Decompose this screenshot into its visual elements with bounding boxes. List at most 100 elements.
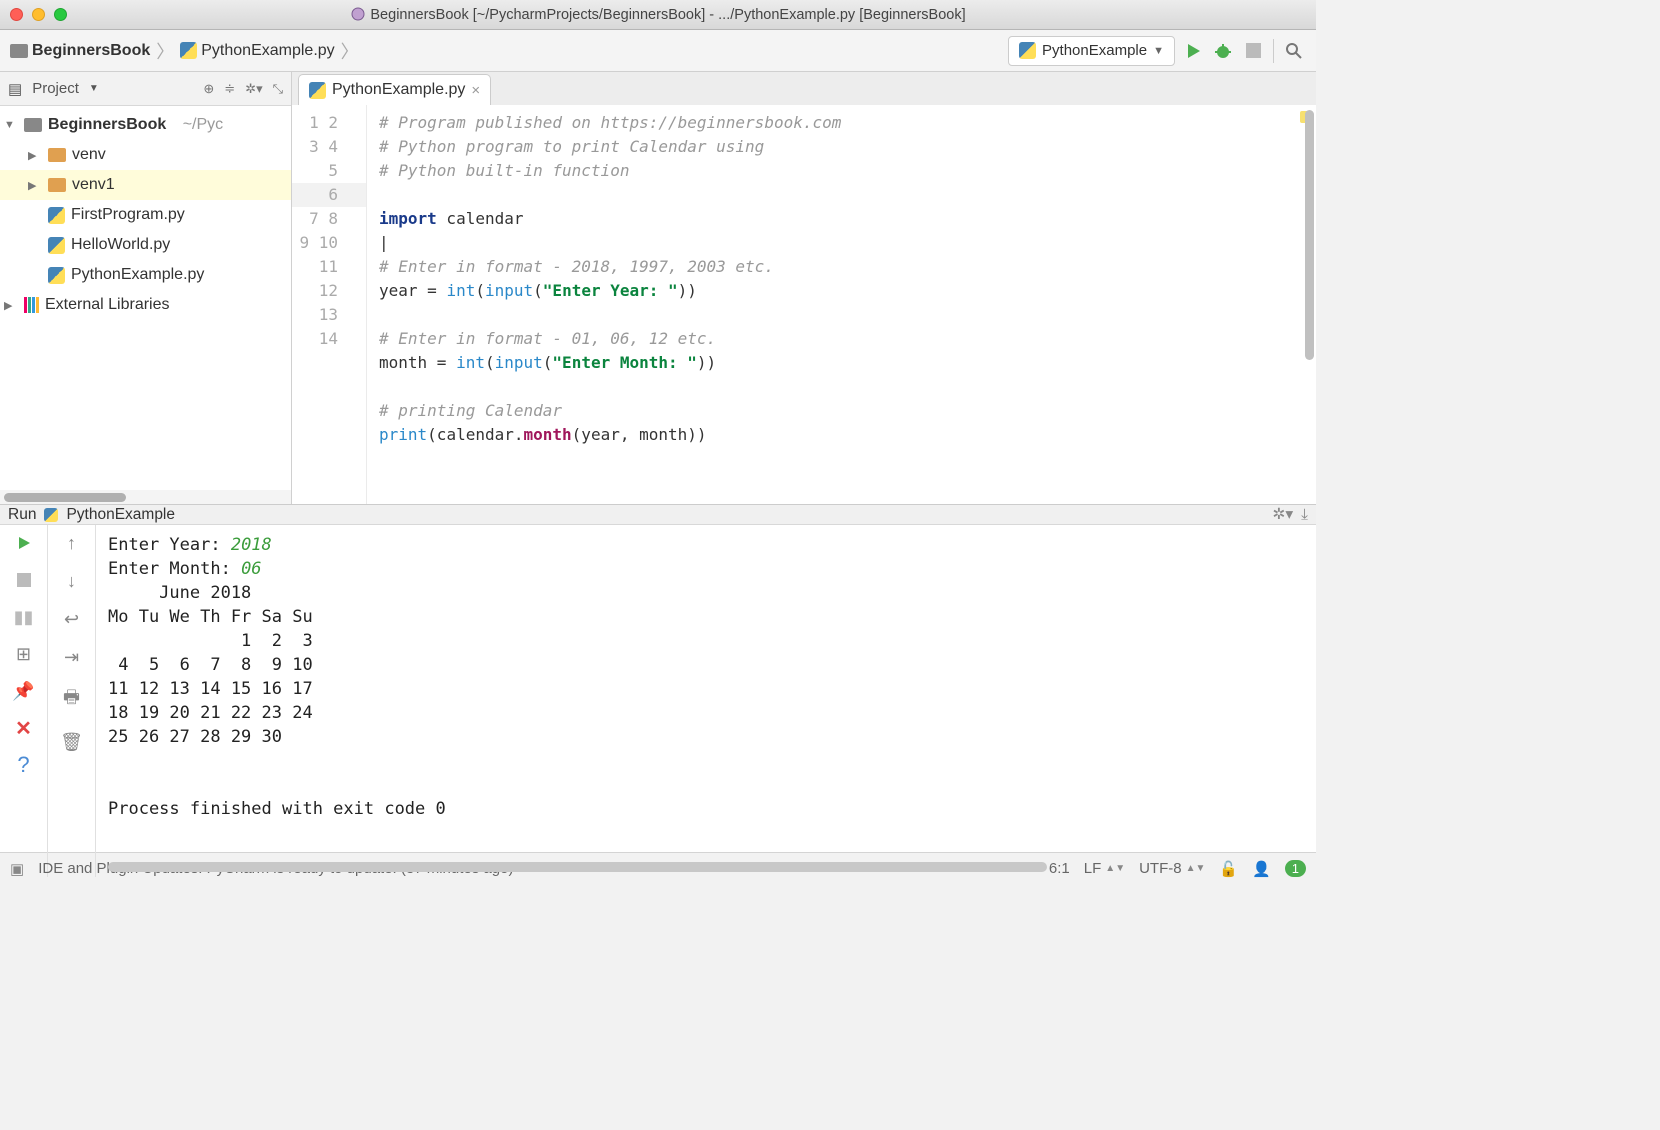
search-everywhere-button[interactable] (1282, 39, 1306, 63)
editor-area: PythonExample.py × 1 2 3 4 5 67 8 9 10 1… (292, 72, 1316, 504)
scroll-end-button[interactable]: ⇥ (64, 647, 79, 668)
divider (1273, 39, 1274, 63)
navigation-bar: BeginnersBook 〉 PythonExample.py 〉 Pytho… (0, 30, 1316, 72)
clear-button[interactable]: 🗑 (60, 732, 83, 753)
scroll-thumb[interactable] (108, 862, 1047, 872)
library-icon (24, 297, 39, 313)
console-output[interactable]: Enter Year: 2018 Enter Month: 06 June 20… (96, 525, 1316, 877)
run-tool-window: Run PythonExample ✲▾ ⤓ ▮▮ ⊞ 📌 ✕ ? ↑ ↓ ↩ … (0, 505, 1316, 852)
tree-folder-venv[interactable]: ▶ venv (0, 140, 291, 170)
python-file-icon (1019, 42, 1036, 59)
scroll-thumb[interactable] (1305, 110, 1314, 360)
breadcrumb-file-label: PythonExample.py (201, 42, 334, 60)
folder-icon (48, 148, 66, 162)
minimize-window-button[interactable] (32, 8, 45, 21)
line-gutter[interactable]: 1 2 3 4 5 67 8 9 10 11 12 13 14 (292, 105, 367, 504)
project-panel-title[interactable]: Project (32, 80, 79, 97)
run-config-label: PythonExample (1042, 42, 1147, 59)
expand-toggle-icon[interactable]: ▶ (28, 179, 42, 192)
close-window-button[interactable] (10, 8, 23, 21)
expand-toggle-icon[interactable]: ▶ (28, 149, 42, 162)
pause-button[interactable]: ▮▮ (13, 607, 35, 627)
window-controls (10, 8, 67, 21)
hide-icon[interactable]: ⤡ (273, 81, 283, 97)
run-panel-label: Run (8, 506, 36, 524)
debug-button[interactable] (1211, 39, 1235, 63)
code-area[interactable]: # Program published on https://beginners… (367, 105, 1316, 504)
close-button[interactable]: ✕ (13, 718, 35, 738)
run-body: ▮▮ ⊞ 📌 ✕ ? ↑ ↓ ↩ ⇥ 🖶 🗑 Enter Year: 2018 … (0, 525, 1316, 877)
layout-button[interactable]: ⊞ (13, 644, 35, 664)
project-panel-hscroll[interactable] (0, 490, 291, 504)
console-exit: Process finished with exit code 0 (108, 799, 446, 819)
run-configuration-selector[interactable]: PythonExample ▼ (1008, 36, 1175, 66)
breadcrumb-project[interactable]: BeginnersBook (10, 42, 150, 60)
tree-item-label: FirstProgram.py (71, 206, 185, 224)
dropdown-icon: ▼ (89, 83, 99, 94)
console-hscroll[interactable] (108, 862, 1312, 875)
python-file-icon (48, 237, 65, 254)
run-button[interactable] (1181, 39, 1205, 63)
window-title: BeginnersBook [~/PycharmProjects/Beginne… (0, 6, 1316, 23)
expand-toggle-icon[interactable]: ▼ (4, 119, 18, 131)
locate-icon[interactable]: ⊕ (203, 81, 214, 97)
editor-tab-pythonexample[interactable]: PythonExample.py × (298, 74, 491, 105)
project-tool-window: ▤ Project ▼ ⊕ ≑ ✲▾ ⤡ ▼ BeginnersBook ~/Py… (0, 72, 292, 504)
stop-button[interactable] (1241, 39, 1265, 63)
tree-folder-venv1[interactable]: ▶ venv1 (0, 170, 291, 200)
folder-icon (48, 178, 66, 192)
collapse-icon[interactable]: ≑ (224, 81, 235, 97)
python-file-icon (44, 508, 58, 522)
tool-windows-icon[interactable]: ▣ (10, 860, 24, 878)
tree-file-pythonexample[interactable]: PythonExample.py (0, 260, 291, 290)
up-button[interactable]: ↑ (67, 533, 76, 554)
editor-tabs: PythonExample.py × (292, 72, 1316, 105)
python-file-icon (48, 267, 65, 284)
scroll-thumb[interactable] (4, 493, 126, 502)
console-calendar: June 2018 Mo Tu We Th Fr Sa Su 1 2 3 4 5… (108, 583, 313, 747)
down-button[interactable]: ↓ (67, 571, 76, 592)
tree-item-label: venv1 (72, 176, 115, 194)
python-file-icon (309, 82, 326, 99)
project-tree[interactable]: ▼ BeginnersBook ~/Pyc ▶ venv ▶ venv1 Fir… (0, 106, 291, 490)
current-line-highlight (355, 225, 1316, 249)
project-root[interactable]: ▼ BeginnersBook ~/Pyc (0, 110, 291, 140)
titlebar: BeginnersBook [~/PycharmProjects/Beginne… (0, 0, 1316, 30)
settings-icon[interactable]: ✲▾ (245, 81, 262, 97)
tree-item-label: External Libraries (45, 296, 170, 314)
python-file-icon (180, 42, 197, 59)
project-view-icon: ▤ (8, 80, 22, 98)
print-button[interactable]: 🖶 (63, 685, 80, 715)
rerun-button[interactable] (13, 533, 35, 553)
editor-vscroll[interactable] (1302, 106, 1316, 504)
help-button[interactable]: ? (13, 755, 35, 775)
folder-icon (10, 44, 28, 58)
breadcrumb-separator: 〉 (156, 38, 174, 64)
expand-toggle-icon[interactable]: ▶ (4, 299, 18, 312)
breadcrumb-project-label: BeginnersBook (32, 42, 150, 60)
dropdown-icon: ▼ (1153, 45, 1164, 57)
console-input: 2018 (231, 535, 272, 555)
editor[interactable]: 1 2 3 4 5 67 8 9 10 11 12 13 14 # Progra… (292, 105, 1316, 504)
workspace: ▤ Project ▼ ⊕ ≑ ✲▾ ⤡ ▼ BeginnersBook ~/Py… (0, 72, 1316, 505)
run-toolbar-primary: ▮▮ ⊞ 📌 ✕ ? (0, 525, 48, 877)
stop-button[interactable] (13, 570, 35, 590)
pin-button[interactable]: 📌 (13, 681, 35, 701)
folder-icon (24, 118, 42, 132)
soft-wrap-button[interactable]: ↩ (64, 609, 79, 630)
tree-file-helloworld[interactable]: HelloWorld.py (0, 230, 291, 260)
breadcrumb-file[interactable]: PythonExample.py (180, 42, 334, 60)
breadcrumb: BeginnersBook 〉 PythonExample.py 〉 (10, 38, 359, 64)
run-settings-icon[interactable]: ✲▾ (1272, 505, 1293, 524)
tree-item-label: venv (72, 146, 106, 164)
project-root-label: BeginnersBook (48, 116, 166, 134)
breadcrumb-separator: 〉 (341, 38, 359, 64)
close-tab-icon[interactable]: × (471, 82, 480, 99)
project-panel-header: ▤ Project ▼ ⊕ ≑ ✲▾ ⤡ (0, 72, 291, 106)
maximize-window-button[interactable] (54, 8, 67, 21)
download-icon[interactable]: ⤓ (1301, 506, 1308, 524)
external-libraries[interactable]: ▶ External Libraries (0, 290, 291, 320)
console-input: 06 (241, 559, 261, 579)
tree-item-label: PythonExample.py (71, 266, 204, 284)
tree-file-firstprogram[interactable]: FirstProgram.py (0, 200, 291, 230)
